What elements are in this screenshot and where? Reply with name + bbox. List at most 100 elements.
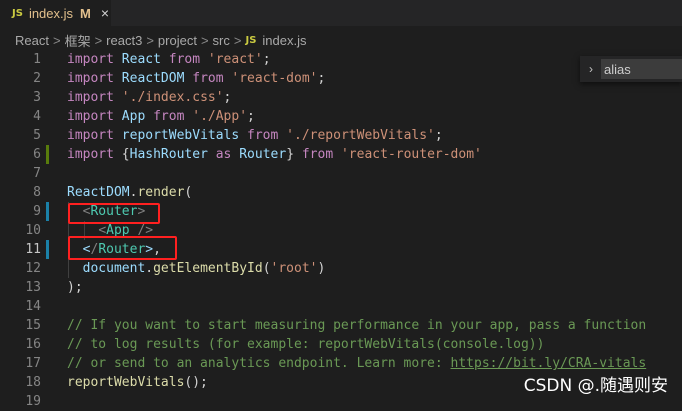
breadcrumb-item-react[interactable]: React xyxy=(15,33,49,48)
code-text: import {HashRouter as Router} from 'reac… xyxy=(67,145,482,164)
modified-indicator: M xyxy=(80,5,91,21)
code-text: // to log results (for example: reportWe… xyxy=(67,335,544,354)
line-number: 7 xyxy=(33,166,41,181)
code-token: Router xyxy=(239,147,287,162)
code-line[interactable]: 13); xyxy=(0,278,682,297)
chevron-right-icon[interactable]: › xyxy=(589,62,593,76)
git-change-marker[interactable] xyxy=(46,240,49,259)
code-token: import xyxy=(67,71,114,86)
code-token: ( xyxy=(262,261,271,276)
code-token: { xyxy=(113,147,130,162)
line-number: 6 xyxy=(33,147,41,162)
find-widget: › xyxy=(580,56,682,82)
line-number: 9 xyxy=(33,204,41,219)
watermark: CSDN @.随遇则安 xyxy=(523,376,668,396)
code-text: document.getElementById('root') xyxy=(67,259,326,278)
highlight-box-router-close xyxy=(68,236,177,260)
code-token: } xyxy=(286,147,302,162)
code-line[interactable]: 16 // to log results (for example: report… xyxy=(0,335,682,354)
tab-label: index.js xyxy=(28,5,74,21)
tab-bar: JS index.js M × xyxy=(0,0,682,26)
code-token: import xyxy=(67,128,114,143)
breadcrumb-item-react3[interactable]: react3 xyxy=(106,33,142,48)
breadcrumb: React > 框架 > react3 > project > src > JS… xyxy=(0,29,682,51)
code-token: getElementById xyxy=(153,261,263,276)
code-line[interactable]: 8 ReactDOM.render( xyxy=(0,183,682,202)
line-number: 13 xyxy=(25,280,41,295)
code-token: ReactDOM xyxy=(67,185,130,200)
breadcrumb-item-file[interactable]: index.js xyxy=(262,33,306,48)
line-number: 14 xyxy=(25,299,41,314)
breadcrumb-item-framework[interactable]: 框架 xyxy=(65,31,91,50)
code-text: ReactDOM.render( xyxy=(67,183,192,202)
code-text: import ReactDOM from 'react-dom'; xyxy=(67,69,325,88)
code-token: ; xyxy=(247,109,255,124)
code-text: import reportWebVitals from './reportWeb… xyxy=(67,126,443,145)
code-line[interactable]: 12 document.getElementById('root') xyxy=(0,259,682,278)
code-token: reportWebVitals xyxy=(67,375,185,390)
git-change-marker[interactable] xyxy=(46,202,49,221)
breadcrumb-item-project[interactable]: project xyxy=(158,33,197,48)
code-line[interactable]: 15 // If you want to start measuring perf… xyxy=(0,316,682,335)
code-token: from xyxy=(301,147,334,162)
tab-index-js[interactable]: JS index.js M × xyxy=(0,0,111,26)
code-token: HashRouter xyxy=(129,147,208,162)
chevron-right-icon: > xyxy=(146,32,154,48)
code-line[interactable]: 5 import reportWebVitals from './reportWe… xyxy=(0,126,682,145)
code-token: ; xyxy=(317,71,326,86)
find-input[interactable] xyxy=(601,59,682,79)
line-number: 16 xyxy=(25,337,41,352)
code-token: import xyxy=(67,109,114,124)
close-icon[interactable]: × xyxy=(101,5,109,21)
code-token[interactable]: https://bit.ly/CRA-vitals xyxy=(451,356,647,371)
breadcrumb-item-src[interactable]: src xyxy=(213,33,230,48)
code-token: // to log results (for example: reportWe… xyxy=(67,337,545,352)
code-token: ) xyxy=(317,261,326,276)
code-token: './App' xyxy=(192,109,248,124)
code-text: ); xyxy=(67,278,83,297)
line-number: 18 xyxy=(25,375,41,390)
code-token: from xyxy=(168,52,201,67)
line-number: 4 xyxy=(33,109,41,124)
line-number: 10 xyxy=(25,223,41,238)
git-change-marker[interactable] xyxy=(46,145,49,164)
javascript-file-icon: JS xyxy=(245,34,257,46)
code-token: (); xyxy=(184,375,208,390)
javascript-file-icon: JS xyxy=(12,7,23,19)
code-token: 'react' xyxy=(207,52,263,67)
code-token: App xyxy=(121,109,146,124)
code-token: from xyxy=(153,109,185,124)
code-token: from xyxy=(192,71,224,86)
code-line[interactable]: 14 xyxy=(0,297,682,316)
code-token: render xyxy=(137,185,185,200)
code-text: import App from './App'; xyxy=(67,107,255,126)
line-number: 11 xyxy=(25,242,41,257)
code-token: ReactDOM xyxy=(121,71,185,86)
code-token: 'react-dom' xyxy=(231,71,318,86)
code-token: reportWebVitals xyxy=(121,128,240,143)
line-number: 17 xyxy=(25,356,41,371)
code-token: ; xyxy=(223,90,232,105)
code-line[interactable]: 6 import {HashRouter as Router} from 'rea… xyxy=(0,145,682,164)
chevron-right-icon: > xyxy=(200,32,209,48)
code-token: as xyxy=(215,147,232,162)
code-text: import React from 'react'; xyxy=(67,50,271,69)
code-token: // or send to an analytics endpoint. Lea… xyxy=(67,356,451,371)
code-line[interactable]: 3 import './index.css'; xyxy=(0,88,682,107)
code-editor[interactable]: 1 import React from 'react'; 2 import React… xyxy=(0,50,682,409)
code-token: './reportWebVitals' xyxy=(286,128,435,143)
code-token: import xyxy=(67,52,114,67)
line-number: 8 xyxy=(33,185,41,200)
chevron-right-icon: > xyxy=(52,32,61,48)
code-line[interactable]: 7 xyxy=(0,164,682,183)
code-line[interactable]: 4 import App from './App'; xyxy=(0,107,682,126)
code-text: reportWebVitals(); xyxy=(67,373,208,392)
chevron-right-icon: > xyxy=(233,32,242,48)
code-token: 'react-router-dom' xyxy=(340,147,482,162)
